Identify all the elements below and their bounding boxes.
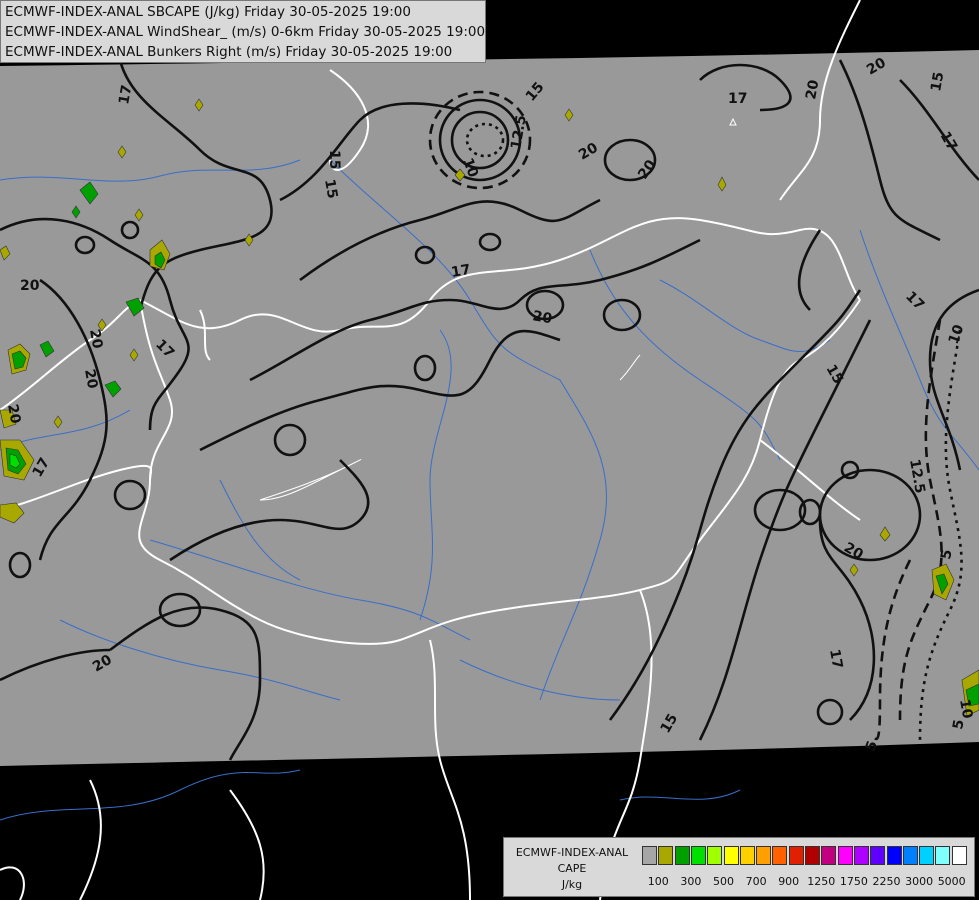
legend-tick-label: 2250 bbox=[872, 875, 901, 888]
title-line: ECMWF-INDEX-ANAL SBCAPE (J/kg) Friday 30… bbox=[5, 4, 411, 20]
legend-swatch bbox=[935, 846, 951, 865]
legend-unit: J/kg bbox=[561, 878, 583, 891]
weather-map: 17 15 20 12.5 10 15 20 20 17 20 17 20 17… bbox=[0, 0, 979, 900]
legend-tick-label: 1250 bbox=[807, 875, 836, 888]
legend-title: ECMWF-INDEX-ANAL bbox=[515, 846, 629, 859]
contour-label: 10 bbox=[956, 698, 975, 720]
legend-swatch bbox=[674, 846, 690, 865]
contour-label: 15 bbox=[928, 71, 947, 93]
legend-swatch bbox=[902, 846, 918, 865]
contour-label: 20 bbox=[531, 308, 553, 327]
legend-tick-label: 5000 bbox=[937, 875, 966, 888]
legend-swatch bbox=[821, 846, 837, 865]
contour-label: 17 bbox=[826, 648, 845, 670]
title-line: ECMWF-INDEX-ANAL WindShear_ (m/s) 0-6km … bbox=[5, 24, 486, 40]
cape-legend: ECMWF-INDEX-ANAL CAPE J/kg 100 300 500 700 9… bbox=[503, 837, 975, 897]
legend-subtitle: CAPE bbox=[557, 862, 587, 875]
legend-tick-label: 900 bbox=[778, 875, 800, 888]
legend-swatch bbox=[690, 846, 706, 865]
legend-tick-label: 500 bbox=[713, 875, 734, 888]
contour-label: 20 bbox=[81, 368, 100, 390]
legend-tick-label: 700 bbox=[745, 875, 767, 888]
legend-swatch bbox=[837, 846, 853, 865]
legend-tick-label: 100 bbox=[647, 875, 669, 888]
contour-label: 20 bbox=[20, 278, 40, 294]
contour-label: 20 bbox=[803, 78, 822, 100]
legend-tick-label: 3000 bbox=[905, 875, 934, 888]
legend-swatch bbox=[707, 846, 723, 865]
legend-tick-label: 1750 bbox=[839, 875, 868, 888]
legend-swatch bbox=[870, 846, 886, 865]
legend-swatch bbox=[772, 846, 788, 865]
contour-label: 20 bbox=[86, 328, 105, 350]
map-title-panel: ECMWF-INDEX-ANAL SBCAPE (J/kg) Friday 30… bbox=[0, 0, 486, 63]
legend-tick-label: 300 bbox=[680, 875, 702, 888]
legend-swatch bbox=[951, 846, 967, 865]
legend-swatch bbox=[739, 846, 755, 865]
legend-swatch bbox=[756, 846, 772, 865]
legend-swatch bbox=[805, 846, 820, 865]
contour-label: 20 bbox=[4, 403, 23, 425]
legend-swatch bbox=[658, 846, 674, 865]
legend-swatch bbox=[853, 846, 869, 865]
contour-label: 17 bbox=[116, 84, 135, 106]
title-line: ECMWF-INDEX-ANAL Bunkers Right (m/s) Fri… bbox=[5, 44, 453, 60]
legend-swatch bbox=[723, 846, 739, 865]
contour-label: 17 bbox=[450, 262, 472, 281]
legend-swatch bbox=[642, 846, 657, 865]
legend-swatch bbox=[919, 846, 935, 865]
legend-swatch bbox=[886, 846, 902, 865]
contour-label: 15 bbox=[326, 150, 342, 169]
legend-swatch bbox=[788, 846, 804, 865]
contour-label: 15 bbox=[321, 178, 340, 200]
contour-label: 17 bbox=[728, 91, 747, 107]
